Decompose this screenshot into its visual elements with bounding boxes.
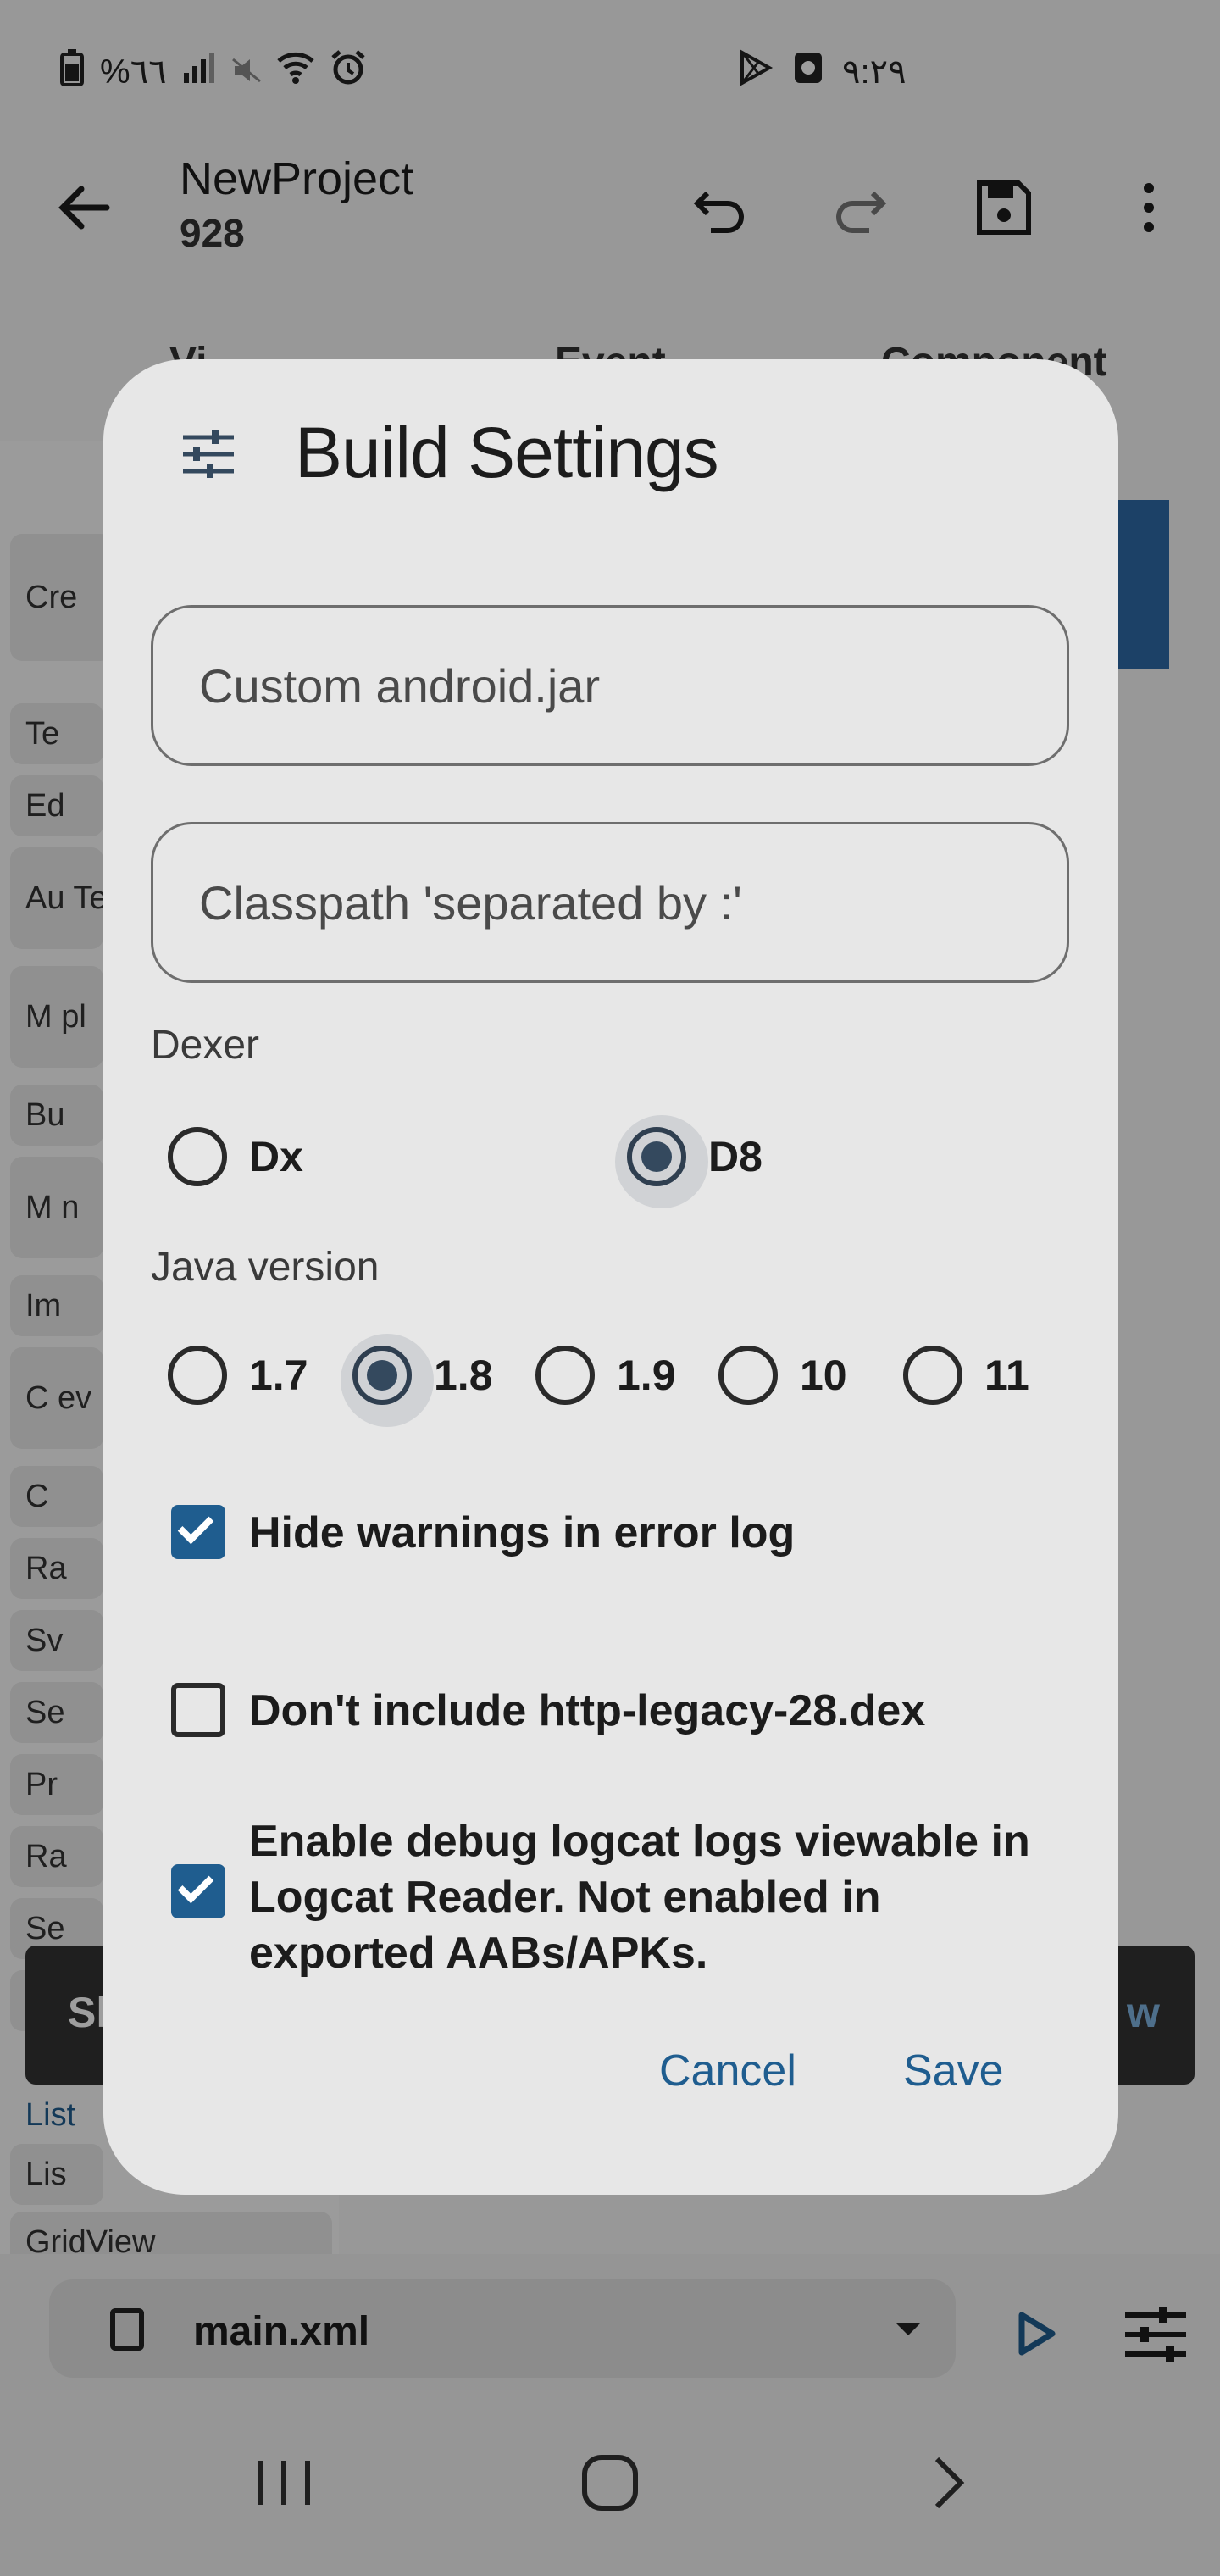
checkbox-checked[interactable] bbox=[171, 1505, 225, 1559]
exclude-http-legacy-checkbox[interactable]: Don't include http-legacy-28.dex bbox=[171, 1683, 1062, 1739]
radio-button[interactable] bbox=[168, 1127, 227, 1186]
java-radio-1-8[interactable]: 1.8 bbox=[341, 1334, 493, 1427]
radio-button-selected[interactable] bbox=[341, 1334, 434, 1427]
cancel-button[interactable]: Cancel bbox=[659, 2046, 796, 2096]
settings-tune-icon bbox=[181, 427, 236, 481]
dexer-label: Dexer bbox=[151, 1023, 260, 1068]
radio-button-selected[interactable] bbox=[615, 1115, 708, 1208]
checkbox-checked[interactable] bbox=[171, 1864, 225, 1918]
dexer-radio-d8[interactable]: D8 bbox=[615, 1115, 762, 1208]
exclude-http-legacy-label: Don't include http-legacy-28.dex bbox=[249, 1686, 926, 1735]
hide-warnings-label: Hide warnings in error log bbox=[249, 1508, 796, 1557]
custom-jar-input[interactable] bbox=[199, 608, 1029, 763]
dexer-radio-dx[interactable]: Dx bbox=[168, 1127, 303, 1186]
classpath-field[interactable] bbox=[151, 822, 1069, 983]
dialog-title: Build Settings bbox=[295, 413, 719, 492]
radio-button[interactable] bbox=[903, 1346, 962, 1405]
radio-button[interactable] bbox=[718, 1346, 778, 1405]
java-radio-1-7[interactable]: 1.7 bbox=[168, 1346, 308, 1405]
hide-warnings-checkbox[interactable]: Hide warnings in error log bbox=[171, 1505, 1062, 1561]
checkbox-unchecked[interactable] bbox=[171, 1683, 225, 1737]
save-button[interactable]: Save bbox=[903, 2046, 1004, 2096]
classpath-input[interactable] bbox=[199, 824, 1029, 980]
java-version-label: Java version bbox=[151, 1245, 380, 1290]
java-radio-11[interactable]: 11 bbox=[903, 1346, 1029, 1405]
radio-button[interactable] bbox=[168, 1346, 227, 1405]
debug-logcat-checkbox[interactable]: Enable debug logcat logs viewable in Log… bbox=[171, 1813, 1062, 1981]
custom-jar-field[interactable] bbox=[151, 605, 1069, 766]
java-radio-1-9[interactable]: 1.9 bbox=[535, 1346, 676, 1405]
radio-button[interactable] bbox=[535, 1346, 595, 1405]
java-radio-10[interactable]: 10 bbox=[718, 1346, 847, 1405]
build-settings-dialog: Build Settings Dexer Dx D8 Java version … bbox=[103, 359, 1118, 2195]
debug-logcat-label: Enable debug logcat logs viewable in Log… bbox=[249, 1817, 1030, 1978]
